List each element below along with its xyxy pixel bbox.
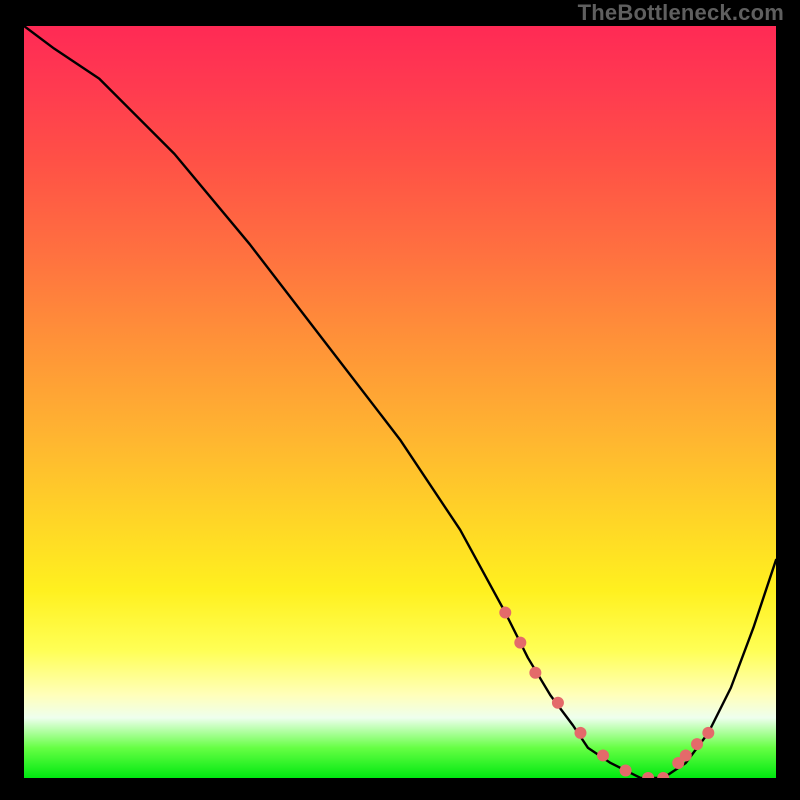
curve-marker [680,749,692,761]
curve-marker [691,738,703,750]
curve-marker [529,667,541,679]
plot-area [24,26,776,778]
watermark-text: TheBottleneck.com [578,0,784,26]
curve-marker [552,697,564,709]
curve-marker [514,637,526,649]
bottleneck-curve-line [24,26,776,778]
curve-marker [702,727,714,739]
curve-markers [499,607,714,778]
chart-svg [24,26,776,778]
curve-marker [597,749,609,761]
curve-marker [657,772,669,778]
curve-marker [642,772,654,778]
curve-marker [499,607,511,619]
curve-marker [574,727,586,739]
curve-marker [620,764,632,776]
chart-frame: TheBottleneck.com [0,0,800,800]
